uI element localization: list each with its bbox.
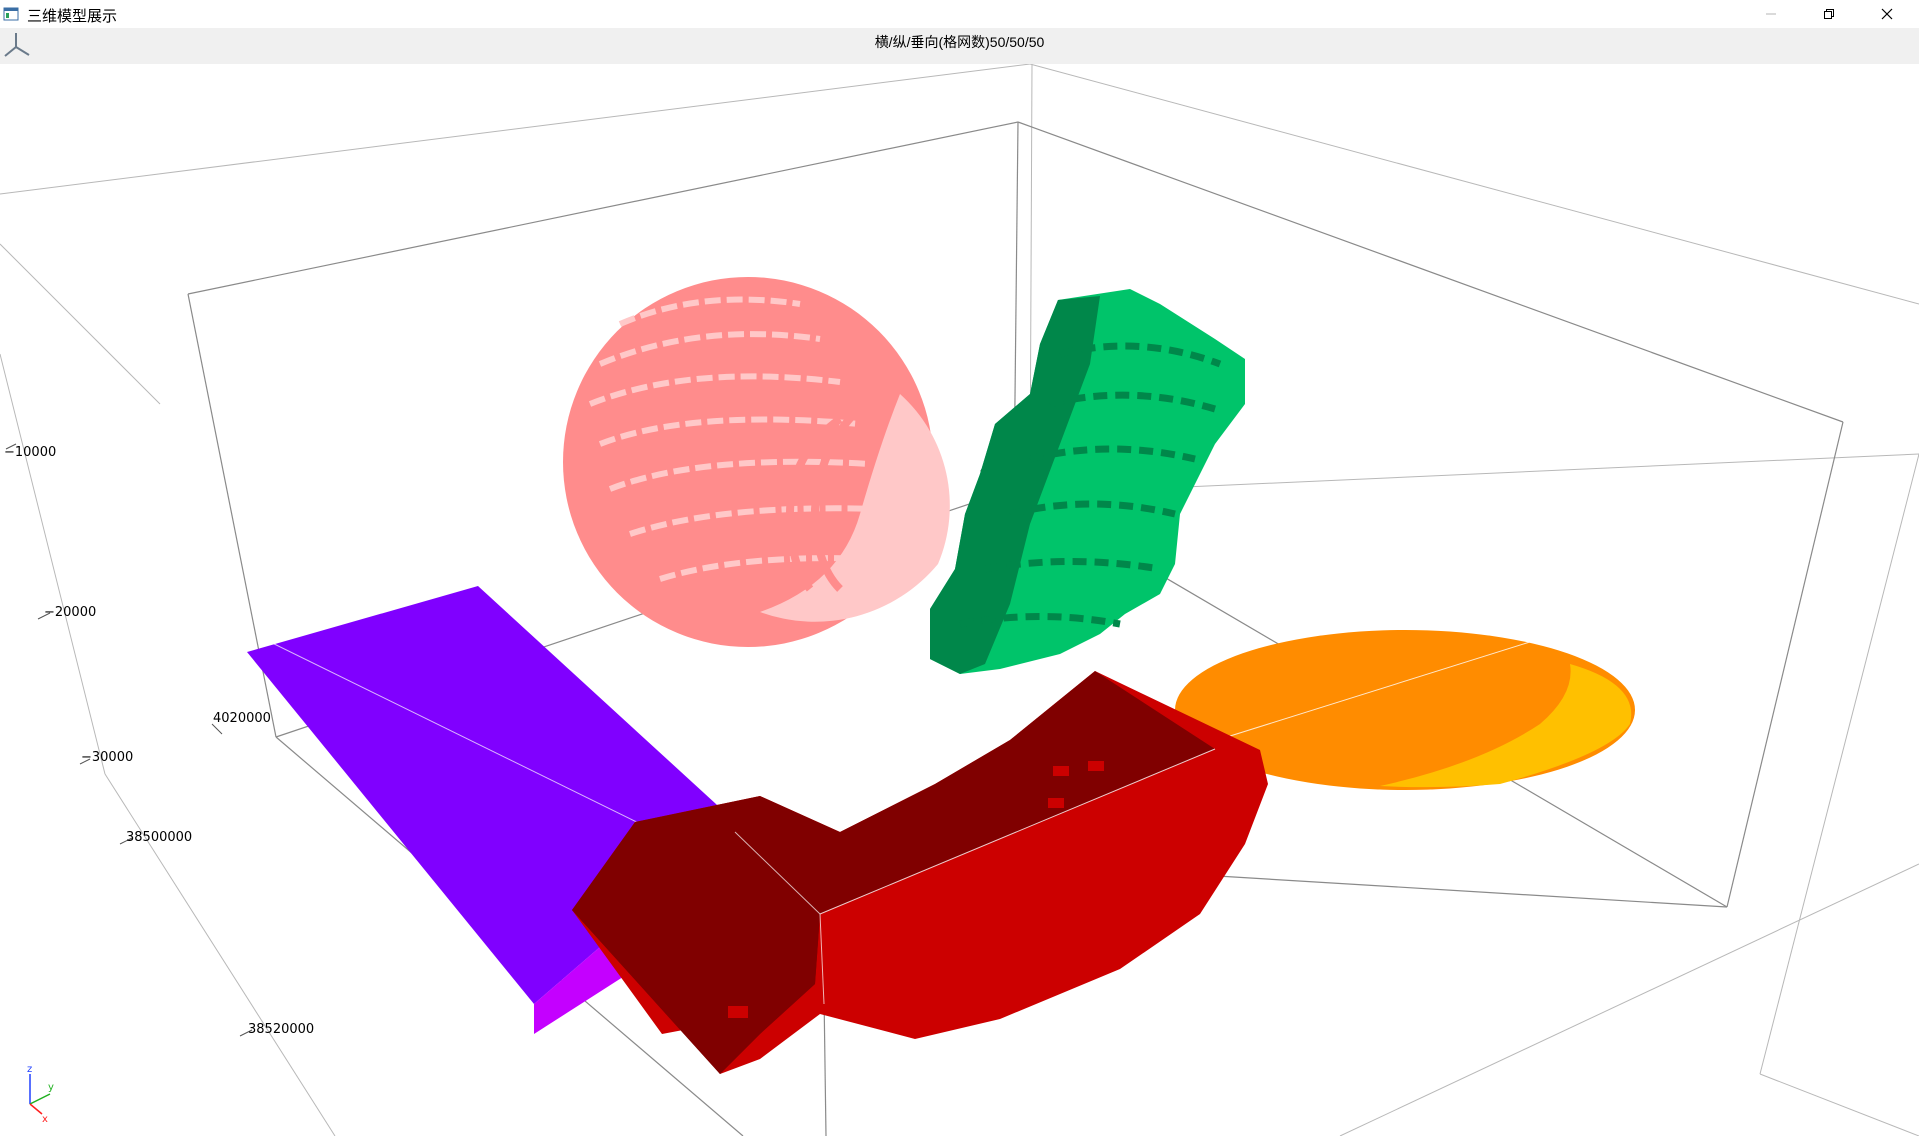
axis-label: −20000 [44, 605, 96, 620]
minimize-icon [1766, 13, 1776, 15]
axis-label: 38500000 [126, 830, 192, 845]
title-bar: 三维模型展示 [0, 0, 1919, 28]
axis-label: −10000 [4, 445, 56, 460]
toolbar: 横/纵/垂向(格网数)50/50/50 [0, 28, 1919, 64]
close-icon [1881, 8, 1893, 20]
grid-count-label: 横/纵/垂向(格网数)50/50/50 [874, 34, 1045, 50]
pink-sphere-model[interactable] [563, 277, 950, 647]
close-button[interactable] [1858, 0, 1916, 28]
axis-label: 38520000 [248, 1022, 314, 1037]
window-title: 三维模型展示 [27, 8, 118, 25]
orientation-x-label: x [42, 1114, 48, 1125]
green-body-model[interactable] [930, 289, 1245, 674]
orientation-y-label: y [48, 1082, 54, 1093]
axis-label: 4020000 [213, 711, 271, 726]
axis-label: −30000 [81, 750, 133, 765]
orientation-z-label: z [27, 1064, 32, 1075]
orientation-axes-widget: z y x [27, 1064, 54, 1125]
minimize-button[interactable] [1742, 0, 1800, 28]
red-body-model[interactable] [572, 671, 1268, 1074]
restore-button[interactable] [1800, 0, 1858, 28]
3d-viewport[interactable]: −10000 −20000 −30000 4020000 38500000 38… [0, 64, 1919, 1136]
app-window-icon [3, 7, 19, 21]
restore-icon [1824, 9, 1834, 19]
